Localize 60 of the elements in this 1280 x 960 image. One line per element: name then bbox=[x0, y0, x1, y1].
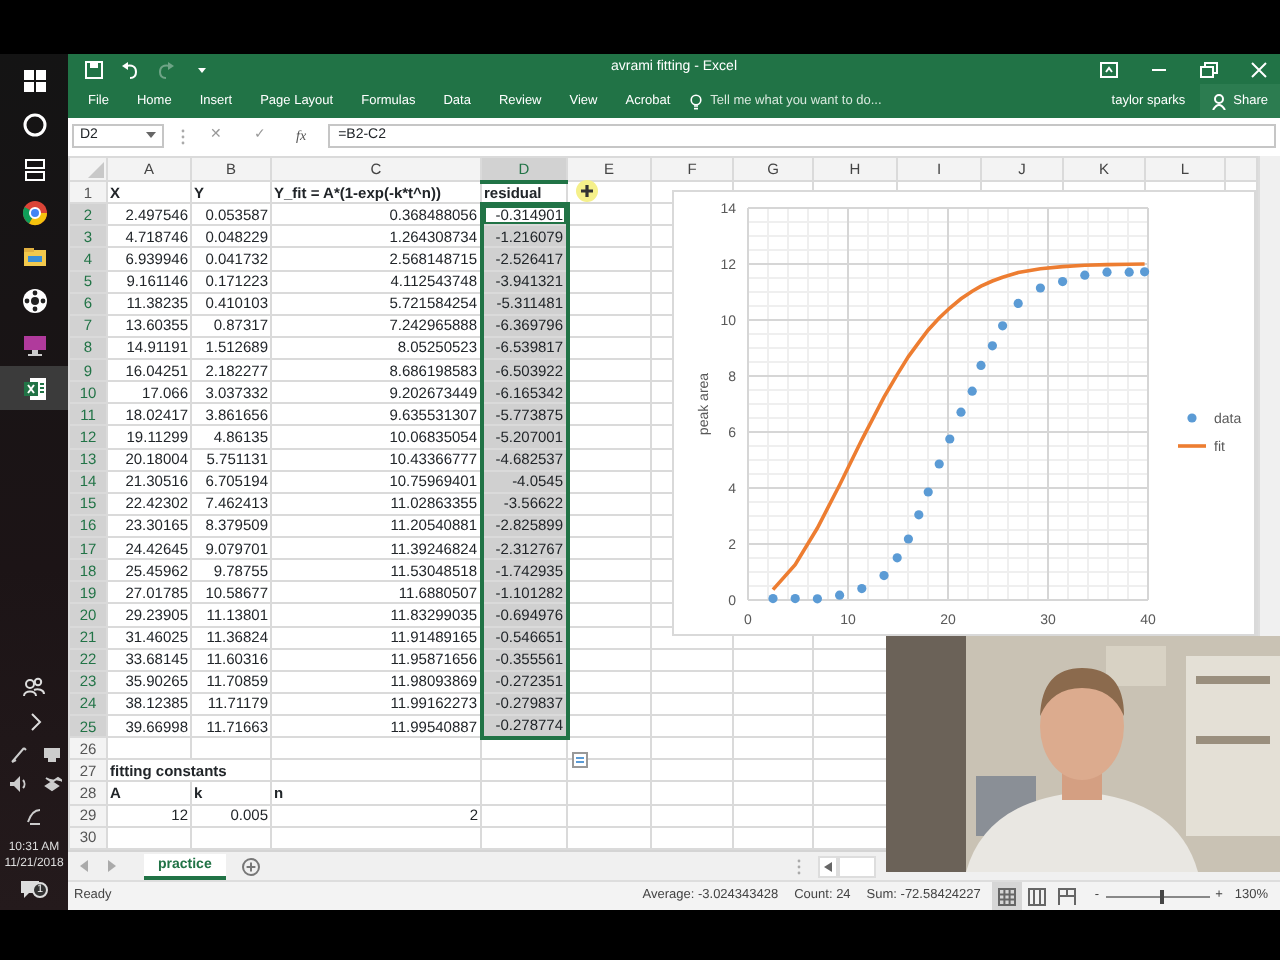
caret-icon[interactable] bbox=[146, 132, 156, 140]
data-point bbox=[1102, 267, 1112, 277]
page-break-icon[interactable] bbox=[1058, 887, 1077, 905]
data-point bbox=[768, 594, 778, 604]
grid-view-icon[interactable] bbox=[998, 887, 1017, 905]
person-icon bbox=[1211, 93, 1226, 109]
undo-icon[interactable] bbox=[120, 59, 140, 79]
page-layout-icon[interactable] bbox=[1028, 887, 1047, 905]
grip-icon bbox=[180, 127, 186, 145]
legend-line-icon bbox=[1178, 444, 1206, 448]
data-point bbox=[998, 321, 1008, 331]
quick-analysis-icon[interactable] bbox=[572, 752, 588, 768]
data-point bbox=[790, 594, 800, 604]
data-point bbox=[1140, 267, 1150, 277]
legend-marker-icon bbox=[1187, 413, 1197, 423]
data-point bbox=[956, 407, 966, 417]
data-point bbox=[835, 590, 845, 600]
data-point bbox=[879, 571, 889, 581]
spreadsheet-icon[interactable] bbox=[21, 375, 47, 401]
cursor-icon bbox=[576, 180, 598, 202]
save-icon[interactable] bbox=[84, 59, 104, 79]
data-point bbox=[812, 594, 822, 604]
pen-icon[interactable] bbox=[7, 744, 27, 764]
network-icon[interactable] bbox=[41, 744, 61, 764]
browser-icon[interactable] bbox=[21, 199, 47, 225]
data-point bbox=[1058, 277, 1068, 287]
data-point bbox=[857, 584, 867, 594]
data-point bbox=[914, 510, 924, 520]
close-icon[interactable] bbox=[1250, 61, 1268, 77]
data-point bbox=[1013, 298, 1023, 308]
data-point bbox=[1124, 267, 1134, 277]
data-point bbox=[892, 553, 902, 563]
box-icon[interactable] bbox=[41, 774, 61, 794]
add-sheet-icon[interactable] bbox=[241, 857, 260, 875]
people-icon[interactable] bbox=[22, 674, 46, 698]
vertical-scrollbar[interactable] bbox=[1258, 156, 1280, 636]
speaker-icon[interactable] bbox=[7, 774, 27, 794]
data-point bbox=[967, 386, 977, 396]
data-point bbox=[987, 341, 997, 351]
scroll-left-button[interactable] bbox=[818, 855, 838, 877]
ribbon-options-icon[interactable] bbox=[1100, 61, 1118, 77]
task-view-icon[interactable] bbox=[21, 155, 47, 181]
data-point bbox=[976, 360, 986, 370]
data-point bbox=[945, 434, 955, 444]
data-point bbox=[903, 534, 913, 544]
windows-logo-icon[interactable] bbox=[21, 67, 47, 93]
horizontal-scrollbar[interactable] bbox=[838, 855, 876, 877]
zoom-slider-thumb[interactable] bbox=[1160, 889, 1165, 903]
lightbulb-icon[interactable] bbox=[690, 93, 703, 109]
data-point bbox=[1035, 283, 1045, 293]
ink-icon[interactable] bbox=[24, 806, 44, 826]
data-point bbox=[934, 459, 944, 469]
arrow-left-icon bbox=[824, 861, 832, 871]
data-point bbox=[923, 487, 933, 497]
monitor-icon[interactable] bbox=[21, 331, 47, 357]
search-icon[interactable] bbox=[21, 111, 47, 137]
restore-icon[interactable] bbox=[1200, 61, 1218, 77]
folder-icon[interactable] bbox=[21, 243, 47, 269]
data-point bbox=[1080, 270, 1090, 280]
disc-icon[interactable] bbox=[21, 287, 47, 313]
